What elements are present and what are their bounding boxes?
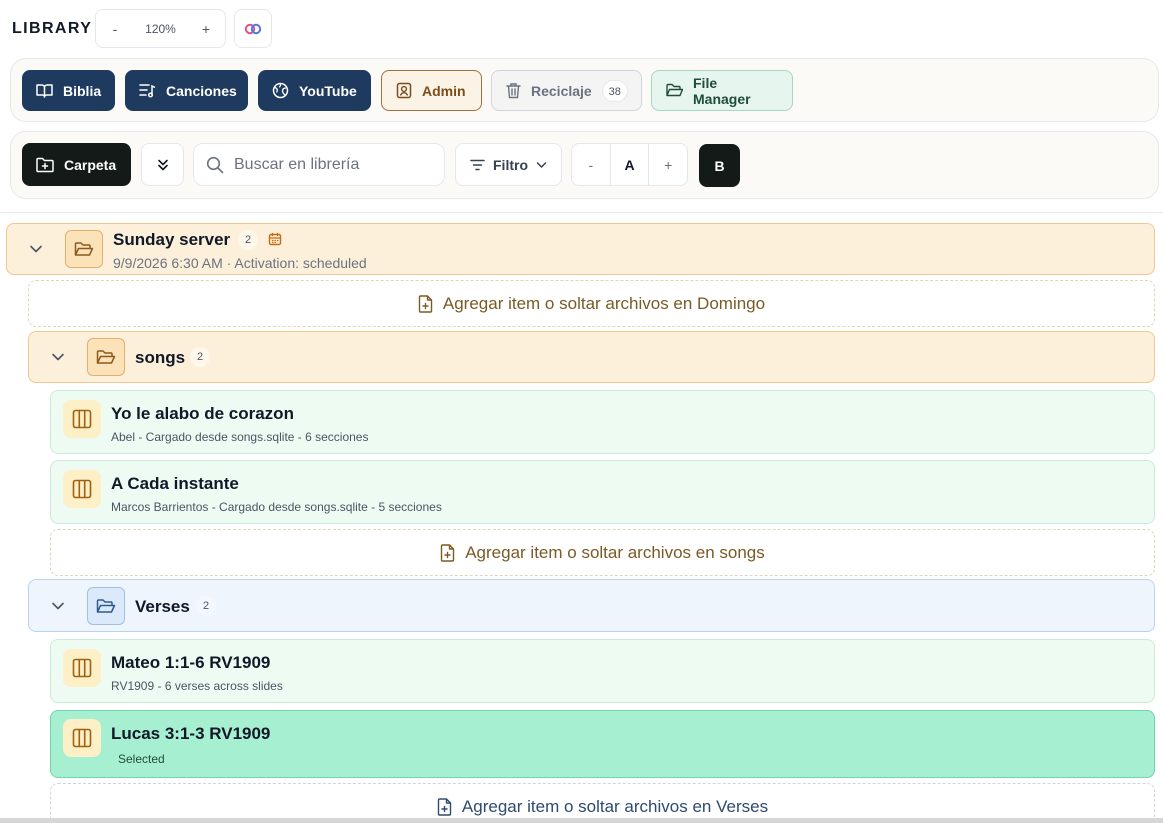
library-item-yo-le-alabo[interactable]: Yo le alabo de corazon Abel - Cargado de… bbox=[50, 390, 1155, 454]
search-input[interactable] bbox=[234, 155, 424, 174]
music-list-icon bbox=[139, 84, 156, 98]
user-badge-icon bbox=[396, 82, 412, 99]
zoom-out-button[interactable]: - bbox=[96, 21, 134, 37]
reciclaje-button[interactable]: Reciclaje 38 bbox=[491, 70, 642, 111]
dropzone-domingo[interactable]: Agregar item o soltar archivos en Doming… bbox=[28, 280, 1155, 327]
folder-open-icon bbox=[87, 587, 125, 625]
youtube-label: YouTube bbox=[299, 82, 357, 99]
font-decrease-button[interactable]: - bbox=[572, 144, 610, 185]
folder-schedule-meta: 9/9/2026 6:30 AM · Activation: scheduled bbox=[113, 255, 367, 271]
folder-name: Verses bbox=[135, 597, 190, 616]
globe-icon bbox=[272, 82, 289, 99]
top-bar: LIBRARY - 120% + bbox=[0, 0, 1163, 58]
calendar-icon bbox=[268, 233, 282, 246]
link-icon bbox=[244, 23, 262, 34]
dropzone-verses[interactable]: Agregar item o soltar archivos en Verses bbox=[50, 783, 1155, 823]
folder-open-icon bbox=[65, 230, 103, 268]
biblia-button[interactable]: Biblia bbox=[22, 70, 115, 111]
selected-status: Selected bbox=[118, 752, 165, 766]
folder-name: Sunday server bbox=[113, 230, 231, 249]
folder-count-badge: 2 bbox=[196, 596, 216, 616]
library-item-a-cada-instante[interactable]: A Cada instante Marcos Barrientos - Carg… bbox=[50, 460, 1155, 524]
folder-name: songs bbox=[135, 348, 186, 367]
file-manager-label: File Manager bbox=[693, 74, 751, 107]
carpeta-label: Carpeta bbox=[64, 156, 117, 173]
biblia-label: Biblia bbox=[63, 82, 102, 99]
font-increase-button[interactable]: + bbox=[649, 144, 687, 185]
library-title: LIBRARY bbox=[12, 20, 93, 37]
item-title: Mateo 1:1-6 RV1909 bbox=[111, 653, 271, 672]
divider bbox=[0, 212, 1163, 213]
folder-row-songs[interactable]: songs 2 bbox=[28, 331, 1155, 383]
chevron-down-icon[interactable] bbox=[29, 245, 43, 254]
admin-label: Admin bbox=[422, 82, 466, 99]
item-title: Lucas 3:1-3 RV1909 bbox=[111, 724, 271, 743]
file-manager-button[interactable]: File Manager bbox=[651, 70, 793, 111]
search-box bbox=[193, 143, 445, 186]
item-title: Yo le alabo de corazon bbox=[111, 404, 294, 423]
canciones-button[interactable]: Canciones bbox=[125, 70, 248, 111]
item-title: A Cada instante bbox=[111, 474, 239, 493]
dropzone-label: Agregar item o soltar archivos en Verses bbox=[461, 796, 769, 816]
file-plus-icon bbox=[418, 294, 433, 313]
dropzone-label: Agregar item o soltar archivos en Doming… bbox=[442, 293, 766, 313]
font-reset-button[interactable]: A bbox=[609, 144, 650, 185]
new-folder-button[interactable]: Carpeta bbox=[22, 143, 131, 186]
font-size-control: - A + bbox=[571, 143, 688, 186]
file-plus-icon bbox=[437, 797, 452, 816]
filter-lines-icon bbox=[470, 159, 485, 170]
search-icon bbox=[206, 156, 224, 173]
chevrons-down-icon bbox=[157, 159, 168, 170]
reciclaje-label: Reciclaje bbox=[531, 82, 592, 99]
canciones-label: Canciones bbox=[166, 82, 237, 99]
item-subtitle: Abel - Cargado desde songs.sqlite - 6 se… bbox=[111, 430, 369, 444]
chevron-down-icon[interactable] bbox=[51, 353, 65, 362]
library-item-lucas-selected[interactable]: Lucas 3:1-3 RV1909 Selected bbox=[50, 710, 1155, 778]
item-subtitle: RV1909 - 6 verses across slides bbox=[111, 679, 283, 693]
filter-label: Filtro bbox=[493, 156, 528, 173]
book-open-icon bbox=[36, 84, 53, 98]
link-button[interactable] bbox=[234, 9, 272, 48]
filter-button[interactable]: Filtro bbox=[455, 143, 562, 186]
folder-row-sunday-server[interactable]: Sunday server 2 9/9/2026 6:30 AM · Activ… bbox=[6, 223, 1155, 275]
chevron-down-icon bbox=[536, 161, 547, 168]
zoom-level: 120% bbox=[145, 21, 176, 36]
file-plus-icon bbox=[441, 543, 455, 562]
recycle-count-badge: 38 bbox=[601, 79, 628, 102]
folder-count-badge: 2 bbox=[190, 347, 210, 367]
dropzone-songs[interactable]: Agregar item o soltar archivos en songs bbox=[50, 529, 1155, 576]
window-bottom-edge bbox=[0, 818, 1163, 823]
dropzone-label: Agregar item o soltar archivos en songs bbox=[465, 542, 765, 562]
chevron-down-icon[interactable] bbox=[51, 601, 65, 610]
zoom-in-button[interactable]: + bbox=[187, 21, 225, 37]
folder-row-verses[interactable]: Verses 2 bbox=[28, 579, 1155, 632]
columns-icon bbox=[63, 470, 101, 508]
item-subtitle: Marcos Barrientos - Cargado desde songs.… bbox=[111, 500, 442, 514]
zoom-control: - 120% + bbox=[95, 9, 226, 48]
columns-icon bbox=[63, 649, 101, 687]
columns-icon bbox=[63, 719, 101, 757]
bold-toggle-button[interactable]: B bbox=[699, 144, 740, 187]
trash-icon bbox=[506, 83, 521, 99]
library-item-mateo[interactable]: Mateo 1:1-6 RV1909 RV1909 - 6 verses acr… bbox=[50, 639, 1155, 703]
admin-button[interactable]: Admin bbox=[381, 70, 482, 111]
folder-open-icon bbox=[666, 83, 683, 97]
folder-open-icon bbox=[87, 338, 125, 376]
collapse-all-button[interactable] bbox=[141, 143, 184, 186]
navigation-panel: Biblia Canciones YouTube Admin Reciclaje… bbox=[10, 58, 1159, 122]
youtube-button[interactable]: YouTube bbox=[258, 70, 371, 111]
folder-count-badge: 2 bbox=[238, 230, 258, 250]
toolbar-panel: Carpeta Filtro - A + B bbox=[10, 131, 1159, 199]
folder-plus-icon bbox=[36, 157, 54, 172]
columns-icon bbox=[63, 400, 101, 438]
